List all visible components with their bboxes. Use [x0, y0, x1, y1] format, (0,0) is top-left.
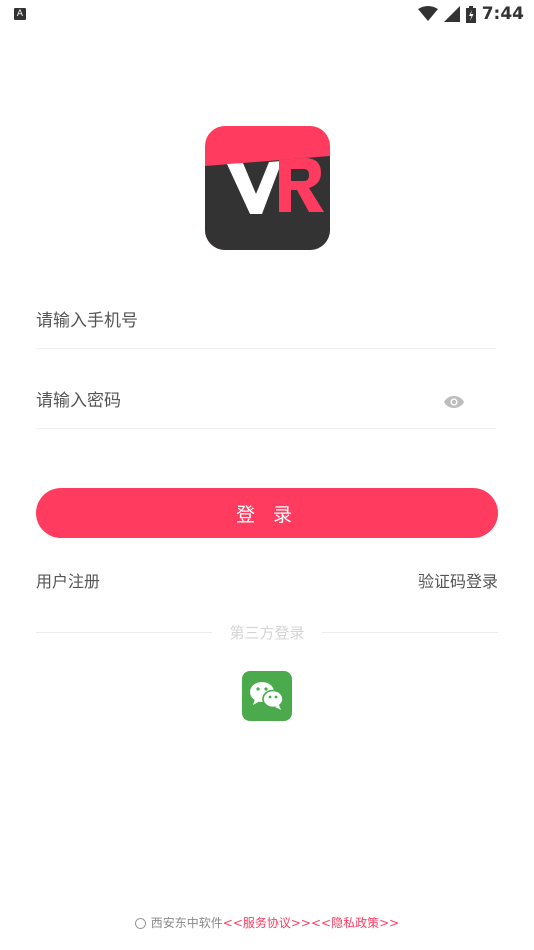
third-party-label: 第三方登录: [229, 624, 305, 642]
login-button[interactable]: 登 录: [36, 488, 498, 538]
agreement-footer: 西安东中软件<<服务协议>><<隐私政策>>: [0, 914, 534, 931]
phone-field: [36, 268, 496, 349]
code-login-link[interactable]: 验证码登录: [418, 568, 498, 592]
divider-left: [36, 632, 212, 633]
divider-right: [322, 632, 498, 633]
service-agreement-link[interactable]: <<服务协议>>: [223, 916, 311, 930]
status-icons: 7:44: [417, 4, 524, 24]
phone-input[interactable]: [36, 306, 416, 336]
wechat-icon: [250, 682, 284, 710]
vr-logo: [205, 126, 330, 250]
privacy-policy-link[interactable]: <<隐私政策>>: [311, 916, 399, 930]
notification-icon: A: [14, 8, 26, 20]
battery-charging-icon: [465, 5, 476, 23]
clock: 7:44: [481, 4, 524, 24]
password-field: [36, 348, 496, 429]
register-link[interactable]: 用户注册: [36, 568, 100, 592]
signal-icon: [443, 6, 460, 22]
status-bar: A 7:44: [0, 0, 534, 28]
eye-icon[interactable]: [444, 394, 464, 410]
password-input[interactable]: [36, 386, 416, 416]
company-name: 西安东中软件: [150, 916, 223, 930]
wifi-icon: [417, 6, 438, 21]
agree-radio[interactable]: [134, 918, 146, 929]
wechat-login-button[interactable]: [242, 671, 292, 721]
